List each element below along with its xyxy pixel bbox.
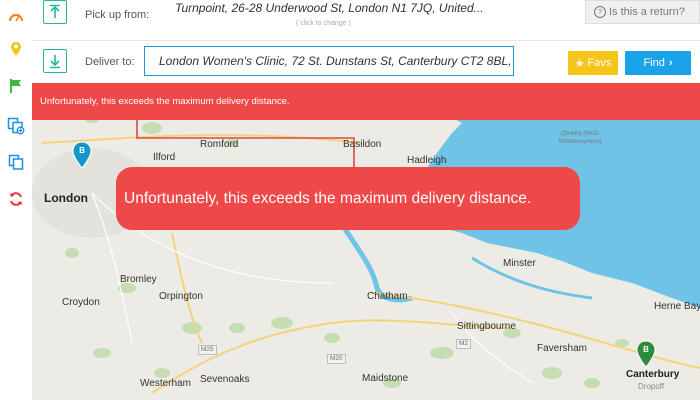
dropoff-marker-letter: B bbox=[643, 345, 649, 354]
star-icon: ★ bbox=[574, 57, 585, 70]
road-badge-m20: M20 bbox=[327, 354, 346, 364]
find-button-label: Find bbox=[643, 57, 665, 69]
place-sittingbourne: Sittingbourne bbox=[457, 321, 516, 332]
place-romford: Romford bbox=[200, 139, 239, 150]
question-circle-icon: ? bbox=[594, 6, 606, 18]
error-toast[interactable]: Unfortunately, this exceeds the maximum … bbox=[116, 167, 580, 230]
place-chatham: Chatham bbox=[367, 291, 408, 302]
dropoff-marker: B bbox=[636, 340, 656, 368]
error-toast-text: Unfortunately, this exceeds the maximum … bbox=[124, 189, 532, 207]
place-croydon: Croydon bbox=[62, 297, 100, 308]
place-bromley: Bromley bbox=[120, 274, 157, 285]
road-badge-m2: M2 bbox=[456, 339, 472, 349]
place-ilford: Ilford bbox=[153, 152, 176, 163]
place-herne-bay: Herne Bay bbox=[654, 301, 700, 312]
place-faversham: Faversham bbox=[537, 343, 588, 354]
pickup-label: Pick up from: bbox=[85, 9, 150, 21]
location-pin-icon[interactable] bbox=[5, 38, 27, 60]
flag-icon[interactable] bbox=[5, 75, 27, 97]
pickup-upload-icon bbox=[43, 0, 67, 24]
deliver-download-icon bbox=[43, 49, 67, 73]
sidebar bbox=[0, 0, 33, 400]
deliver-label: Deliver to: bbox=[85, 56, 135, 68]
road-badge-m25: M25 bbox=[198, 345, 217, 355]
refresh-icon[interactable] bbox=[5, 188, 27, 210]
place-sevenoaks: Sevenoaks bbox=[200, 374, 250, 385]
copy-icon[interactable] bbox=[5, 151, 27, 173]
pickup-marker-letter: B bbox=[79, 146, 85, 155]
place-shoeburyness: Qinetiq (MoD Shoeburyness) bbox=[558, 130, 602, 145]
click-to-change-hint[interactable]: ( click to change ) bbox=[296, 20, 351, 27]
is-return-toggle[interactable]: ? Is this a return? bbox=[585, 0, 700, 24]
favs-button[interactable]: ★ Favs bbox=[568, 51, 618, 75]
error-banner-text: Unfortunately, this exceeds the maximum … bbox=[40, 96, 290, 107]
place-canterbury: Canterbury bbox=[626, 369, 680, 380]
is-return-label: Is this a return? bbox=[609, 6, 685, 18]
speedometer-icon[interactable] bbox=[5, 6, 27, 28]
deliver-address-input[interactable]: London Women's Clinic, 72 St. Dunstans S… bbox=[144, 46, 514, 76]
route-map[interactable]: B B London Romford Ilford Basildon Hadle… bbox=[32, 83, 700, 400]
place-minster: Minster bbox=[503, 258, 536, 269]
add-copy-icon[interactable] bbox=[5, 115, 27, 137]
address-form: Pick up from: Turnpoint, 26-28 Underwood… bbox=[32, 0, 700, 83]
place-westerham: Westerham bbox=[140, 378, 191, 389]
dropoff-label: Dropoff bbox=[638, 382, 665, 391]
find-button[interactable]: Find › bbox=[625, 51, 691, 75]
place-london: London bbox=[44, 191, 88, 205]
chevron-right-icon: › bbox=[668, 57, 673, 69]
place-orpington: Orpington bbox=[159, 291, 203, 302]
place-maidstone: Maidstone bbox=[362, 373, 409, 384]
place-basildon: Basildon bbox=[343, 139, 382, 150]
favs-button-label: Favs bbox=[587, 57, 612, 69]
form-divider bbox=[32, 40, 700, 41]
error-banner: Unfortunately, this exceeds the maximum … bbox=[32, 83, 700, 120]
pickup-address[interactable]: Turnpoint, 26-28 Underwood St, London N1… bbox=[175, 1, 484, 15]
place-hadleigh: Hadleigh bbox=[407, 155, 447, 166]
